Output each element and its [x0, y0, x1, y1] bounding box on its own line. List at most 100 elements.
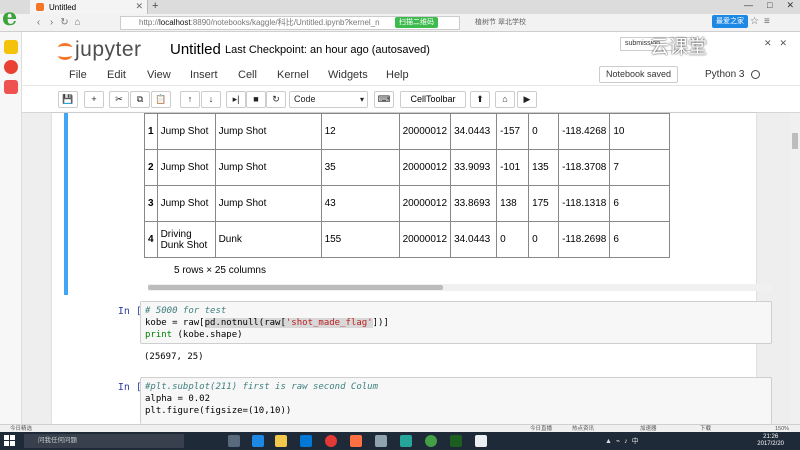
forward-icon[interactable]: ›	[45, 17, 58, 28]
url-path: :8890/notebooks/kaggle/科比/Untitled.ipynb…	[190, 18, 380, 27]
menu-help[interactable]: Help	[386, 69, 409, 81]
insert-cell-button[interactable]: +	[84, 91, 104, 108]
save-button[interactable]: 💾	[58, 91, 78, 108]
app-icon[interactable]	[350, 435, 362, 447]
browser-search-input[interactable]: 植树节 翠北学校	[475, 17, 635, 29]
windows-logo-icon	[4, 441, 9, 446]
chrome-icon[interactable]	[325, 435, 337, 447]
clock[interactable]: 21:26 2017/2/20	[757, 434, 784, 448]
notebook-page: 1 Jump Shot Jump Shot 12 20000012 34.0443 -157…	[52, 113, 773, 424]
tab-close-icon[interactable]: ✕	[135, 1, 143, 12]
header-close-icons[interactable]: ✕✕	[764, 38, 795, 49]
table-cell: -101	[496, 149, 530, 186]
jupyter-logo[interactable]: jupyter	[58, 38, 142, 62]
qr-scan-badge[interactable]: 扫描二维码	[395, 17, 438, 28]
kernel-name: Python 3	[705, 69, 745, 80]
menu-cell[interactable]: Cell	[238, 69, 257, 81]
table-cell: 138	[496, 185, 530, 222]
page-vertical-scrollbar[interactable]	[790, 113, 800, 424]
jupyter-header: jupyter Untitled Last Checkpoint: an hou…	[22, 32, 800, 64]
jupyter-wordmark: jupyter	[75, 38, 142, 61]
table-row: 4 Driving Dunk Shot Dunk 155 20000012 34.0443…	[144, 221, 671, 258]
table-cell: 6	[609, 185, 671, 222]
weibo-icon[interactable]	[4, 60, 18, 74]
system-tray-icons[interactable]: ▲⌁♪中	[605, 436, 643, 446]
table-cell: 35	[320, 149, 400, 186]
run-cell-button[interactable]: ▸|	[226, 91, 246, 108]
menu-widgets[interactable]: Widgets	[328, 69, 368, 81]
file-explorer-icon[interactable]	[275, 435, 287, 447]
cell-type-select[interactable]: Code	[289, 91, 368, 108]
close-window-button[interactable]: ✕	[786, 0, 794, 11]
maximize-button[interactable]: □	[767, 0, 772, 11]
restart-button[interactable]: ↻	[266, 91, 286, 108]
menu-edit[interactable]: Edit	[107, 69, 126, 81]
code-text: ])]	[372, 318, 389, 328]
menu-file[interactable]: File	[69, 69, 87, 81]
app-icon[interactable]	[4, 80, 18, 94]
start-button[interactable]	[4, 435, 16, 447]
favorites-icon[interactable]	[4, 40, 18, 54]
browser-menu-icons[interactable]: ☆≡	[750, 16, 775, 27]
menu-view[interactable]: View	[147, 69, 171, 81]
browser-taskbar-icon[interactable]	[425, 435, 437, 447]
clock-time: 21:26	[763, 434, 779, 440]
cut-button[interactable]: ✂	[109, 91, 129, 108]
table-cell: 20000012	[398, 185, 452, 222]
app-icon[interactable]	[400, 435, 412, 447]
command-palette-button[interactable]: ⌨	[374, 91, 394, 108]
jupyter-orbit-icon	[58, 41, 72, 60]
table-cell: 20000012	[398, 113, 452, 150]
browser-logo-icon: e	[2, 2, 18, 31]
table-cell: 12	[320, 113, 400, 150]
table-row: 1 Jump Shot Jump Shot 12 20000012 34.0443 -157…	[144, 113, 671, 150]
code-cell-input[interactable]: # 5000 for test kobe = raw[pd.notnull(ra…	[140, 301, 772, 344]
home-button[interactable]: ⌂	[495, 91, 515, 108]
celltoolbar-button[interactable]: CellToolbar	[400, 91, 466, 108]
copy-button[interactable]: ⧉	[130, 91, 150, 108]
move-down-button[interactable]: ↓	[201, 91, 221, 108]
browser-tab[interactable]: Untitled ✕	[30, 0, 148, 14]
table-cell: 175	[528, 185, 560, 222]
windows-logo-icon	[4, 435, 9, 440]
video-button[interactable]: ▶	[517, 91, 537, 108]
table-cell: -118.1318	[558, 185, 611, 222]
table-cell: 135	[528, 149, 560, 186]
browser-tab-title: Untitled	[49, 2, 77, 12]
table-cell: -157	[496, 113, 530, 150]
scrollbar-thumb[interactable]	[792, 133, 798, 149]
table-cell: 10	[609, 113, 671, 150]
edge-icon[interactable]	[252, 435, 264, 447]
store-icon[interactable]	[300, 435, 312, 447]
notebook-title[interactable]: Untitled	[170, 41, 221, 58]
minimize-button[interactable]: —	[744, 0, 753, 11]
taskbar-search-input[interactable]: 问我任何问题	[24, 434, 184, 448]
table-cell: 6	[609, 221, 671, 258]
refresh-icon[interactable]: ↻	[58, 17, 71, 28]
notebook-container: 1 Jump Shot Jump Shot 12 20000012 34.0443 -157…	[22, 113, 800, 424]
paste-button[interactable]: 📋	[151, 91, 171, 108]
code-text: plt.figure(figsize=(10,10))	[145, 406, 292, 416]
interrupt-button[interactable]: ■	[246, 91, 266, 108]
clock-date: 2017/2/20	[757, 441, 784, 447]
move-up-button[interactable]: ↑	[180, 91, 200, 108]
upload-button[interactable]: ⬆	[470, 91, 490, 108]
table-cell: Jump Shot	[214, 113, 322, 150]
scrollbar-thumb[interactable]	[148, 285, 443, 290]
excel-icon[interactable]	[450, 435, 462, 447]
back-icon[interactable]: ‹	[32, 17, 45, 28]
favorites-badge[interactable]: 最爱之家	[712, 15, 748, 28]
menu-kernel[interactable]: Kernel	[277, 69, 309, 81]
table-cell: Jump Shot	[156, 113, 216, 150]
jupyter-toolbar: 💾 + ✂ ⧉ 📋 ↑ ↓ ▸| ■ ↻ Code ⌨ CellToolbar …	[22, 86, 800, 113]
home-icon[interactable]: ⌂	[71, 17, 84, 28]
code-cell-input[interactable]: #plt.subplot(211) first is raw second Co…	[140, 377, 772, 424]
app-icon[interactable]	[375, 435, 387, 447]
output-horizontal-scrollbar[interactable]	[148, 284, 773, 291]
app-icon[interactable]	[475, 435, 487, 447]
browser-tab-bar: Untitled ✕ + — □ ✕	[0, 0, 800, 14]
menu-insert[interactable]: Insert	[190, 69, 218, 81]
task-view-icon[interactable]	[228, 435, 240, 447]
code-comment: # 5000 for test	[145, 306, 227, 316]
new-tab-button[interactable]: +	[152, 0, 158, 12]
